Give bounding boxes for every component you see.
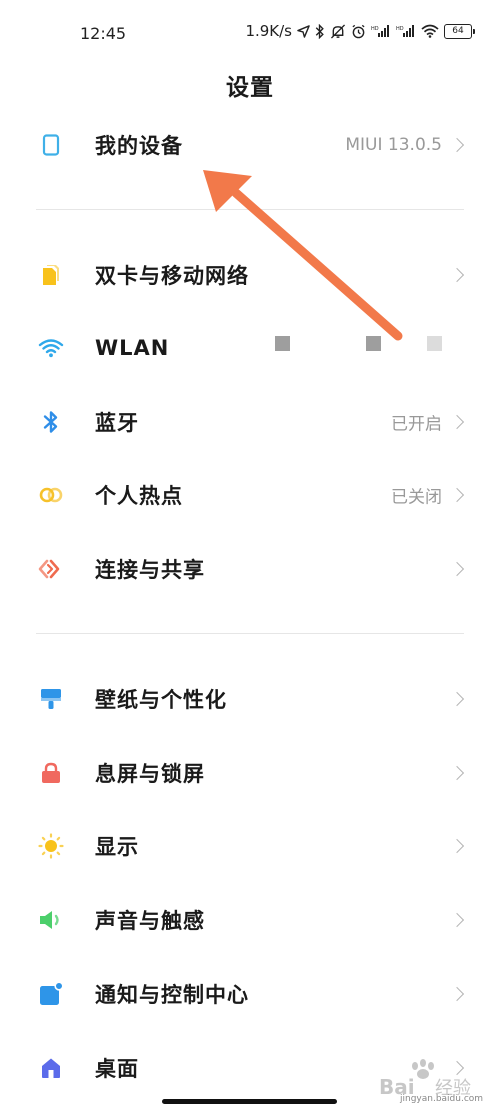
chevron-right-icon xyxy=(449,137,465,153)
settings-item-lock-screen[interactable]: 息屏与锁屏 xyxy=(0,743,500,803)
svg-text:HD: HD xyxy=(396,26,404,32)
settings-item-display[interactable]: 显示 xyxy=(0,816,500,876)
settings-item-label: 息屏与锁屏 xyxy=(95,762,205,786)
wifi-status-icon xyxy=(421,24,439,38)
alarm-icon xyxy=(351,24,366,39)
settings-item-notifications[interactable]: 通知与控制中心 xyxy=(0,964,500,1024)
chevron-right-icon xyxy=(449,912,465,928)
settings-item-label: 我的设备 xyxy=(95,134,183,158)
net-speed: 1.9K/s xyxy=(245,22,292,40)
settings-item-bluetooth[interactable]: 蓝牙 已开启 xyxy=(0,392,500,452)
settings-item-value: MIUI 13.0.5 xyxy=(345,135,442,155)
settings-item-connection-sharing[interactable]: 连接与共享 xyxy=(0,539,500,599)
status-icons: 1.9K/s HD HD 64 xyxy=(245,22,475,40)
location-icon xyxy=(297,24,310,38)
svg-text:HD: HD xyxy=(371,26,379,32)
watermark-url: jingyan.baidu.com xyxy=(400,1094,484,1104)
settings-item-label: 壁纸与个性化 xyxy=(95,688,227,712)
paint-brush-icon xyxy=(38,686,64,712)
section-divider xyxy=(36,633,464,634)
status-time: 12:45 xyxy=(80,24,127,43)
settings-item-my-device[interactable]: 我的设备 MIUI 13.0.5 xyxy=(0,115,500,175)
notification-icon xyxy=(38,981,64,1007)
redaction-block xyxy=(275,336,290,351)
settings-item-sound[interactable]: 声音与触感 xyxy=(0,890,500,950)
status-bar: 12:45 1.9K/s HD HD 64 xyxy=(0,0,500,70)
settings-item-dual-sim[interactable]: 双卡与移动网络 xyxy=(0,245,500,305)
chevron-right-icon xyxy=(449,487,465,503)
settings-item-label: 蓝牙 xyxy=(95,411,139,435)
hotspot-icon xyxy=(38,482,64,508)
page-title: 设置 xyxy=(226,75,274,101)
phone-outline-icon xyxy=(38,132,64,158)
chevron-right-icon xyxy=(449,838,465,854)
redaction-block xyxy=(427,336,442,351)
settings-item-label: 显示 xyxy=(95,835,139,859)
chevron-right-icon xyxy=(449,765,465,781)
redaction-block xyxy=(366,336,381,351)
sun-icon xyxy=(38,833,64,859)
home-icon xyxy=(38,1055,64,1081)
settings-item-value: 已关闭 xyxy=(391,487,442,508)
connection-share-icon xyxy=(38,556,64,582)
chevron-right-icon xyxy=(449,691,465,707)
settings-item-label: 通知与控制中心 xyxy=(95,983,249,1007)
section-divider xyxy=(36,209,464,210)
bluetooth-status-icon xyxy=(315,23,325,39)
settings-item-label: 双卡与移动网络 xyxy=(95,264,249,288)
chevron-right-icon xyxy=(449,561,465,577)
wifi-icon xyxy=(38,335,64,361)
home-indicator[interactable] xyxy=(162,1099,337,1104)
bluetooth-icon xyxy=(38,409,64,435)
settings-item-label: 连接与共享 xyxy=(95,558,205,582)
settings-item-label: WLAN xyxy=(95,336,170,360)
lock-icon xyxy=(38,760,64,786)
chevron-right-icon xyxy=(449,414,465,430)
settings-item-wallpaper[interactable]: 壁纸与个性化 xyxy=(0,669,500,729)
settings-item-label: 声音与触感 xyxy=(95,909,205,933)
settings-item-hotspot[interactable]: 个人热点 已关闭 xyxy=(0,465,500,525)
settings-item-value: 已开启 xyxy=(391,414,442,435)
settings-item-label: 个人热点 xyxy=(95,484,183,508)
mute-icon xyxy=(330,23,346,39)
chevron-right-icon xyxy=(449,267,465,283)
battery-icon: 64 xyxy=(444,23,475,39)
speaker-icon xyxy=(38,907,64,933)
signal-2-icon: HD xyxy=(396,24,416,38)
settings-item-label: 桌面 xyxy=(95,1057,139,1081)
signal-1-icon: HD xyxy=(371,24,391,38)
chevron-right-icon xyxy=(449,986,465,1002)
settings-item-wlan[interactable]: WLAN xyxy=(0,318,500,378)
sim-card-icon xyxy=(38,262,64,288)
